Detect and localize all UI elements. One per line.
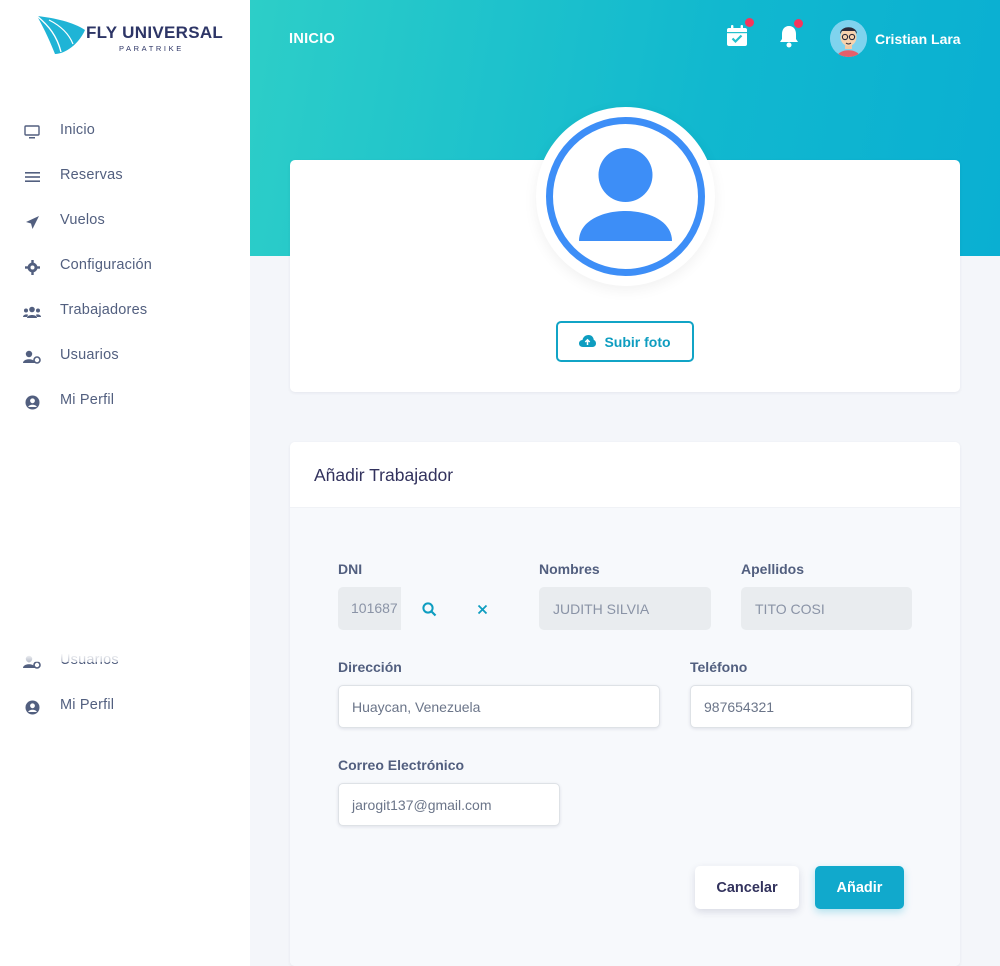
sidebar-clip-mask: [0, 640, 250, 662]
sidebar-item-usuarios[interactable]: Usuarios: [0, 335, 250, 380]
sidebar-item-label: Mi Perfil: [60, 697, 115, 713]
brand-subtitle: PARATRIKE: [119, 44, 184, 53]
brand-name: FLY UNIVERSAL: [86, 23, 224, 42]
sidebar-item-inicio[interactable]: Inicio: [0, 110, 250, 155]
dni-label: DNI: [338, 561, 363, 577]
close-icon: [477, 604, 487, 614]
clear-dni-button[interactable]: [471, 598, 493, 620]
upload-photo-label: Subir foto: [604, 333, 671, 350]
users-icon: [23, 303, 41, 321]
telefono-label: Teléfono: [690, 659, 748, 675]
profile-photo: [536, 107, 715, 286]
wing-logo-icon: [36, 15, 85, 54]
list-icon: [23, 168, 41, 186]
dni-value: 101687: [351, 600, 398, 616]
sidebar-item-label: Mi Perfil: [60, 392, 115, 408]
sidebar-item-vuelos[interactable]: Vuelos: [0, 200, 250, 245]
telefono-field[interactable]: 987654321: [690, 685, 912, 728]
direccion-field[interactable]: Huaycan, Venezuela: [338, 685, 660, 728]
sidebar-item-trabajadores[interactable]: Trabajadores: [0, 290, 250, 335]
nombres-field[interactable]: JUDITH SILVIA: [539, 587, 711, 630]
sidebar-item-label: Trabajadores: [60, 302, 148, 318]
sidebar-item-reservas[interactable]: Reservas: [0, 155, 250, 200]
user-gear-icon: [23, 348, 41, 366]
sidebar-item-label: Usuarios: [60, 347, 119, 363]
user-circle-icon: [23, 698, 41, 716]
nombres-label: Nombres: [539, 561, 600, 577]
cancel-button[interactable]: Cancelar: [695, 866, 799, 909]
direccion-label: Dirección: [338, 659, 402, 675]
add-worker-button[interactable]: Añadir: [815, 866, 904, 909]
cloud-upload-icon: [579, 335, 597, 347]
notification-badge: [745, 18, 754, 27]
sidebar-item-label: Inicio: [60, 122, 96, 138]
search-icon: [421, 601, 436, 616]
upload-photo-button[interactable]: Subir foto: [556, 321, 694, 362]
apellidos-field[interactable]: TITO COSI: [741, 587, 912, 630]
calendar-button[interactable]: [725, 18, 754, 50]
sidebar-item-mi-perfil[interactable]: Mi Perfil: [0, 685, 250, 730]
dni-field[interactable]: 101687: [338, 587, 401, 630]
sidebar-item-label: Reservas: [60, 167, 123, 183]
sidebar-item-configuracion[interactable]: Configuración: [0, 245, 250, 290]
monitor-icon: [23, 123, 41, 141]
card-header: Añadir Trabajador: [290, 442, 960, 508]
search-dni-button[interactable]: [418, 598, 440, 620]
user-avatar-icon: [830, 20, 867, 57]
card-title: Añadir Trabajador: [314, 465, 454, 485]
user-circle-icon: [23, 393, 41, 411]
page-title: INICIO: [289, 31, 336, 47]
notifications-button[interactable]: [778, 19, 804, 50]
sidebar-nav: Inicio Reservas Vuelos Configuración Tra…: [0, 110, 250, 425]
apellidos-label: Apellidos: [741, 561, 805, 577]
correo-label: Correo Electrónico: [338, 757, 465, 773]
sidebar-item-label: Configuración: [60, 257, 153, 273]
email-field[interactable]: jarogit137@gmail.com: [338, 783, 560, 826]
notification-badge: [794, 19, 803, 28]
brand-logo[interactable]: FLY UNIVERSAL PARATRIKE: [35, 14, 225, 58]
user-avatar-icon: [546, 117, 705, 276]
sidebar-item-label: Vuelos: [60, 212, 105, 228]
sidebar-item-mi-perfil[interactable]: Mi Perfil: [0, 380, 250, 425]
gear-icon: [23, 258, 41, 276]
user-name[interactable]: Cristian Lara: [875, 31, 961, 47]
sidebar: FLY UNIVERSAL PARATRIKE Inicio Reservas …: [0, 0, 250, 966]
send-icon: [23, 213, 41, 231]
avatar[interactable]: [830, 20, 867, 57]
calendar-check-icon: [727, 25, 747, 46]
